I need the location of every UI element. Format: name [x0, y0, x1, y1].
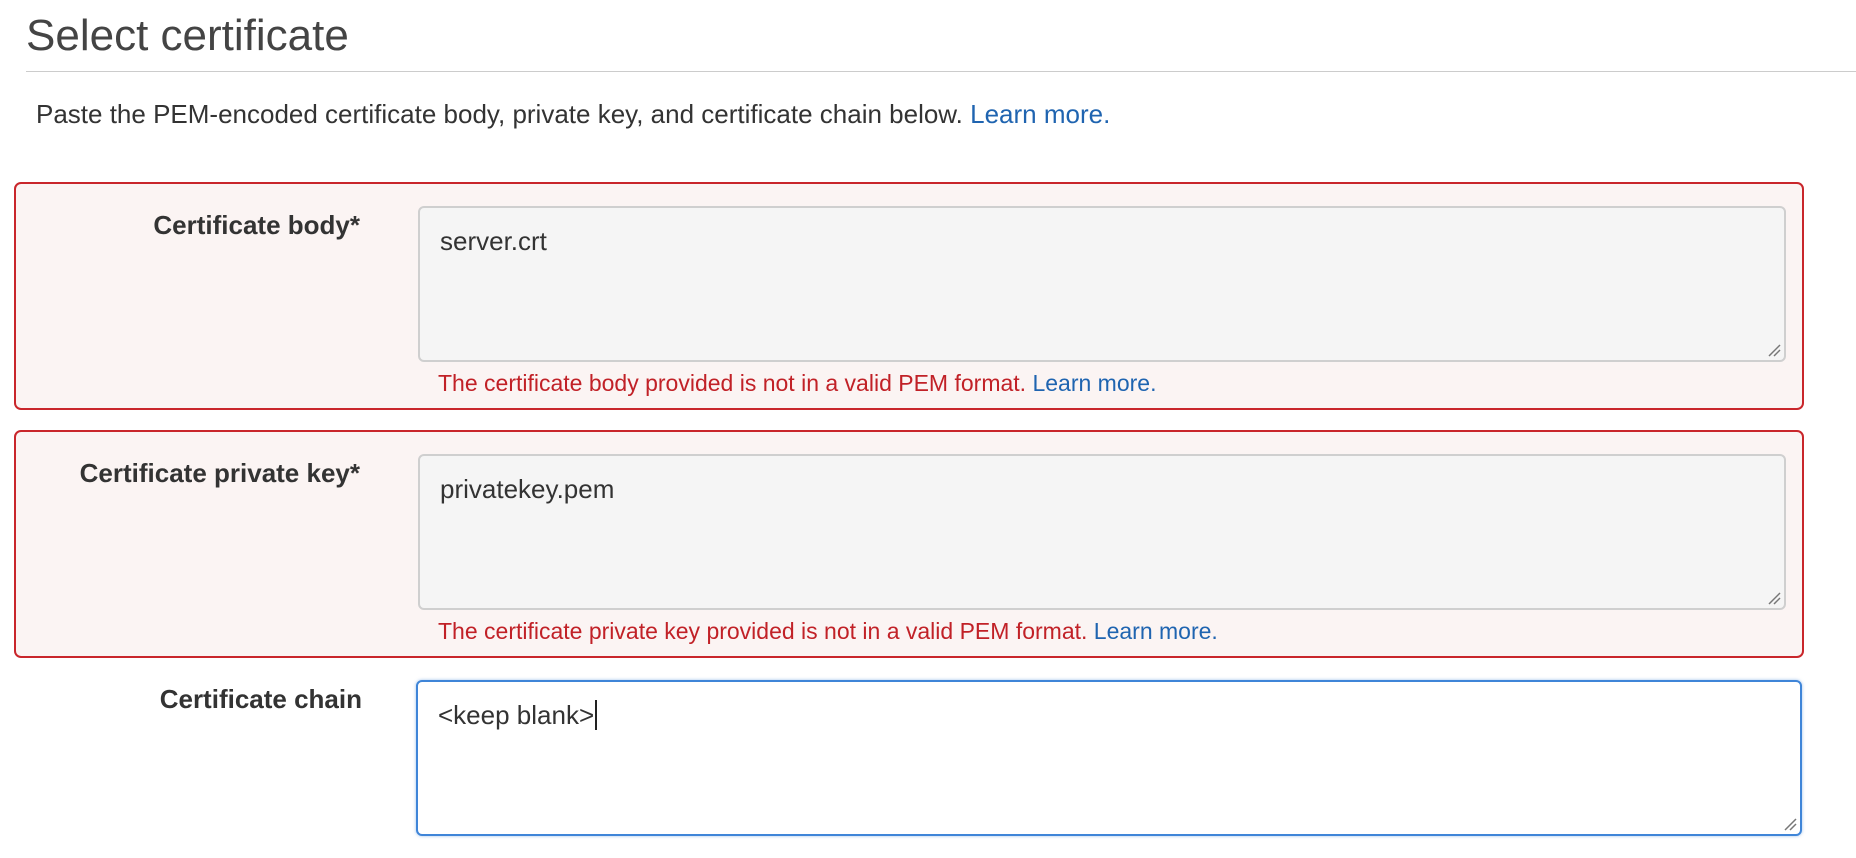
private-key-error-text: The certificate private key provided is …: [438, 618, 1088, 644]
certificate-body-textarea[interactable]: server.crt: [418, 206, 1786, 362]
certificate-chain-group: Certificate chain <keep blank>: [14, 680, 1804, 850]
private-key-group: Certificate private key* privatekey.pem …: [14, 430, 1804, 658]
page-title: Select certificate: [26, 11, 349, 60]
private-key-learn-more-link[interactable]: Learn more.: [1094, 618, 1218, 644]
intro-description: Paste the PEM-encoded certificate body, …: [36, 99, 963, 129]
resize-handle-icon[interactable]: [1767, 343, 1781, 357]
private-key-label: Certificate private key*: [79, 458, 360, 488]
private-key-value: privatekey.pem: [440, 474, 615, 504]
certificate-body-error: The certificate body provided is not in …: [438, 370, 1156, 397]
intro-text: Paste the PEM-encoded certificate body, …: [36, 96, 1110, 132]
resize-handle-icon[interactable]: [1767, 591, 1781, 605]
private-key-error: The certificate private key provided is …: [438, 618, 1218, 645]
certificate-body-learn-more-link[interactable]: Learn more.: [1032, 370, 1156, 396]
text-caret: [595, 700, 598, 730]
title-divider: [26, 71, 1856, 72]
certificate-body-label: Certificate body*: [153, 210, 360, 240]
certificate-chain-textarea[interactable]: <keep blank>: [416, 680, 1802, 836]
certificate-body-group: Certificate body* server.crt The certifi…: [14, 182, 1804, 410]
certificate-body-value: server.crt: [440, 226, 547, 256]
private-key-textarea[interactable]: privatekey.pem: [418, 454, 1786, 610]
certificate-chain-label: Certificate chain: [159, 684, 362, 714]
certificate-body-error-text: The certificate body provided is not in …: [438, 370, 1027, 396]
resize-handle-icon[interactable]: [1783, 817, 1797, 831]
intro-learn-more-link[interactable]: Learn more.: [970, 99, 1110, 129]
certificate-chain-value: <keep blank>: [438, 700, 598, 731]
certificate-chain-text: <keep blank>: [438, 700, 595, 730]
